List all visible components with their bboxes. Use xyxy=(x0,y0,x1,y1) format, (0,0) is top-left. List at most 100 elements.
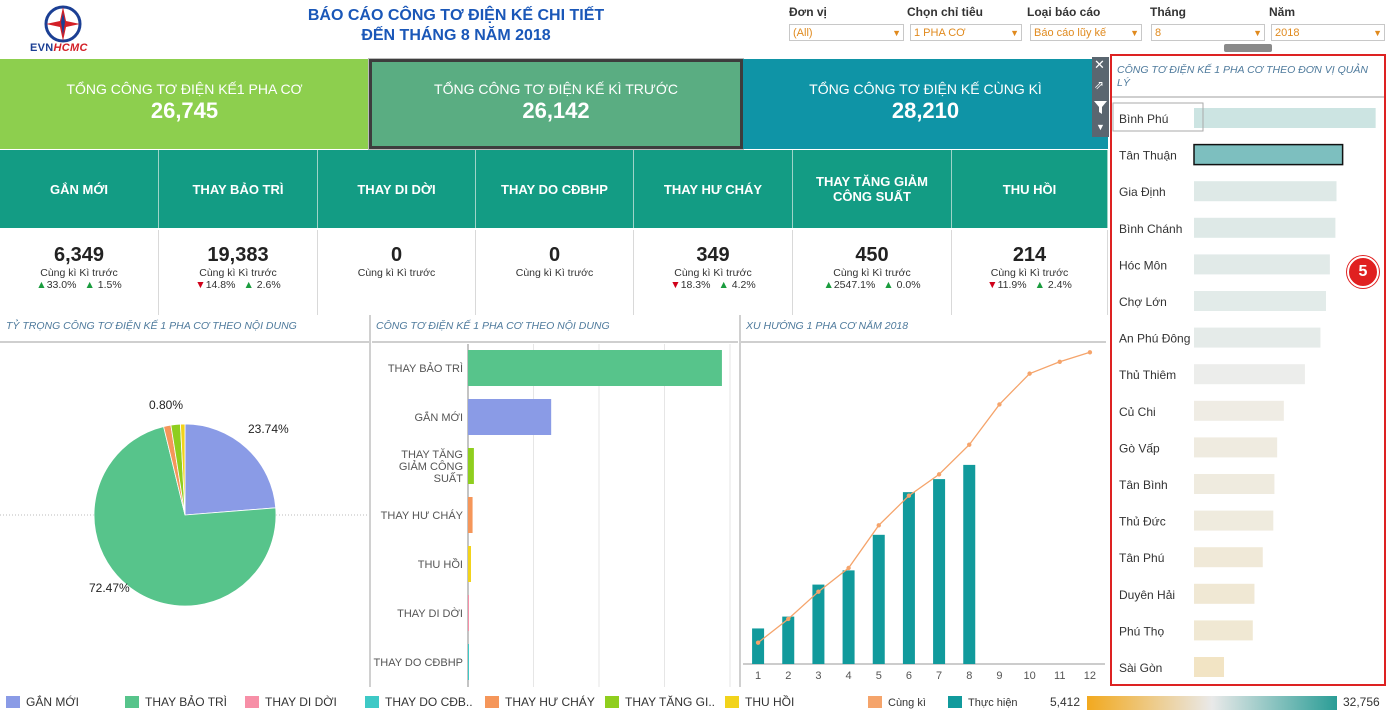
filter-label-chi-tieu: Chọn chỉ tiêu xyxy=(907,5,983,19)
month-tick-label: 12 xyxy=(1084,670,1096,682)
unit-bar[interactable] xyxy=(1194,547,1263,568)
legend-item[interactable]: THAY TĂNG GI.. xyxy=(605,695,715,709)
kpi-previous-period[interactable]: TỔNG CÔNG TƠ ĐIỆN KẾ KÌ TRƯỚC 26,142 xyxy=(368,58,744,150)
legend-label: THAY HƯ CHÁY xyxy=(505,695,595,709)
same-period-change: 2547.1% xyxy=(833,279,876,291)
unit-bar[interactable] xyxy=(1194,327,1321,348)
unit-bar[interactable] xyxy=(1194,583,1255,604)
trend-bar[interactable] xyxy=(842,570,855,664)
filter-icon[interactable] xyxy=(1094,101,1107,114)
legend-item[interactable]: THAY DO CĐB.. xyxy=(365,695,473,709)
trend-bar[interactable] xyxy=(933,479,946,664)
category-header[interactable]: THAY DI DỜI xyxy=(318,150,476,228)
content-bar[interactable] xyxy=(468,546,471,582)
popout-icon[interactable]: ⇗ xyxy=(1094,78,1104,92)
trend-bar[interactable] xyxy=(812,584,825,664)
unit-section-title: CÔNG TƠ ĐIỆN KẾ 1 PHA CƠ THEO ĐƠN VỊ QUẢ… xyxy=(1117,64,1368,89)
unit-name-label: Bình Phú xyxy=(1119,112,1168,126)
unit-name-label: Tân Thuận xyxy=(1119,149,1177,163)
dropdown-icon[interactable]: ▼ xyxy=(1096,122,1105,132)
content-bar[interactable] xyxy=(468,595,469,631)
unit-bar[interactable] xyxy=(1194,437,1278,458)
trend-point[interactable] xyxy=(1027,371,1032,376)
close-icon[interactable]: ✕ xyxy=(1094,57,1105,73)
unit-bar[interactable] xyxy=(1194,400,1284,421)
trend-bar[interactable] xyxy=(963,464,976,664)
chevron-down-icon: ▼ xyxy=(1010,28,1019,38)
trend-point[interactable] xyxy=(755,640,761,645)
month-tick-label: 1 xyxy=(755,670,761,682)
unit-bar[interactable] xyxy=(1194,217,1336,238)
category-compare-label: Cùng kì Kì trước xyxy=(199,267,277,279)
unit-bar[interactable] xyxy=(1194,620,1253,641)
kpi-same-period[interactable]: TỔNG CÔNG TƠ ĐIỆN KẾ CÙNG KÌ 28,210 xyxy=(743,59,1108,149)
chevron-down-icon: ▼ xyxy=(1130,28,1139,38)
filter-select-chi-tieu[interactable]: 1 PHA CƠ ▼ xyxy=(910,24,1022,41)
trend-point[interactable] xyxy=(1087,350,1093,355)
unit-bar[interactable] xyxy=(1194,254,1330,275)
filter-select-nam[interactable]: 2018 ▼ xyxy=(1271,24,1385,41)
unit-bar[interactable] xyxy=(1194,657,1225,677)
same-period-change: 33.0% xyxy=(46,279,77,291)
category-header[interactable]: GẮN MỚI xyxy=(0,150,159,228)
legend-item[interactable]: GẮN MỚI xyxy=(6,695,79,709)
category-header[interactable]: THAY DO CĐBHP xyxy=(476,150,634,228)
month-tick-label: 5 xyxy=(876,670,882,682)
legend-item[interactable]: THAY DI DỜI xyxy=(245,695,337,709)
trend-chart: 1 2 3 4 5 6 7 8 9 10 11 12 xyxy=(743,350,1105,682)
divider xyxy=(741,341,1106,343)
category-change: ▼18.3% ▲ 4.2% xyxy=(634,279,792,291)
unit-bar[interactable] xyxy=(1194,181,1337,202)
trend-point[interactable] xyxy=(967,442,972,447)
unit-bar[interactable] xyxy=(1194,108,1376,128)
trend-point[interactable] xyxy=(876,523,881,528)
category-value: 6,349 xyxy=(53,244,105,266)
filter-select-don-vi[interactable]: (All) ▼ xyxy=(789,24,904,41)
legend-item[interactable]: Thực hiện xyxy=(948,696,1018,709)
unit-bar[interactable] xyxy=(1194,364,1305,385)
trend-point[interactable] xyxy=(816,589,821,594)
trend-point[interactable] xyxy=(936,472,942,477)
kpi-total[interactable]: TỔNG CÔNG TƠ ĐIỆN KẾ1 PHA CƠ 26,745 xyxy=(0,59,369,149)
pie-slice[interactable] xyxy=(184,423,277,516)
unit-name-label: Chợ Lớn xyxy=(1119,295,1167,309)
unit-bar[interactable] xyxy=(1194,510,1274,531)
bar-section-title: CÔNG TƠ ĐIỆN KẾ 1 PHA CƠ THEO NỘI DUNG xyxy=(376,320,610,332)
content-bar[interactable] xyxy=(468,497,473,533)
unit-bar[interactable] xyxy=(1194,291,1326,311)
trend-bar[interactable] xyxy=(752,628,765,664)
content-bar[interactable] xyxy=(468,350,722,386)
filter-value: 8 xyxy=(1155,27,1162,39)
content-bar[interactable] xyxy=(468,448,474,484)
unit-name-label: Tân Bình xyxy=(1119,478,1168,492)
legend-item[interactable]: Cùng kì xyxy=(868,696,926,709)
filter-select-thang[interactable]: 8 ▼ xyxy=(1151,24,1265,41)
chevron-down-icon: ▼ xyxy=(1373,28,1382,38)
category-header[interactable]: THAY HƯ CHÁY xyxy=(634,150,793,228)
unit-bar[interactable] xyxy=(1194,474,1275,494)
category-header[interactable]: THAY BẢO TRÌ xyxy=(159,150,318,228)
unit-bar[interactable] xyxy=(1193,143,1344,166)
month-tick-label: 11 xyxy=(1054,670,1065,682)
trend-point[interactable] xyxy=(997,402,1002,407)
trend-bar[interactable] xyxy=(782,616,795,664)
previous-period-change: 1.5% xyxy=(97,279,122,291)
trend-point[interactable] xyxy=(1057,359,1062,364)
filter-select-loai-bao-cao[interactable]: Báo cáo lũy kế ▼ xyxy=(1030,24,1142,41)
drag-handle[interactable] xyxy=(1224,44,1272,52)
trend-point[interactable] xyxy=(846,565,851,571)
legend-item[interactable]: THU HỒI xyxy=(725,695,794,709)
content-bar[interactable] xyxy=(468,644,469,680)
arrow-up-icon: ▲ xyxy=(36,279,47,291)
legend-item[interactable]: THAY BẢO TRÌ xyxy=(125,695,227,709)
trend-bar[interactable] xyxy=(902,492,915,664)
trend-point[interactable] xyxy=(786,616,791,622)
category-header[interactable]: THU HỒI xyxy=(952,150,1108,228)
trend-bar[interactable] xyxy=(872,534,885,664)
trend-point[interactable] xyxy=(906,493,912,498)
category-header[interactable]: THAY TĂNG GIẢM CÔNG SUẤT xyxy=(793,150,952,228)
category-values: 450 Cùng kì Kì trước ▲2547.1% ▲ 0.0% xyxy=(793,230,952,315)
legend-item[interactable]: THAY HƯ CHÁY xyxy=(485,695,595,709)
category-compare-label: Cùng kì Kì trước xyxy=(990,267,1069,279)
content-bar[interactable] xyxy=(468,399,552,435)
